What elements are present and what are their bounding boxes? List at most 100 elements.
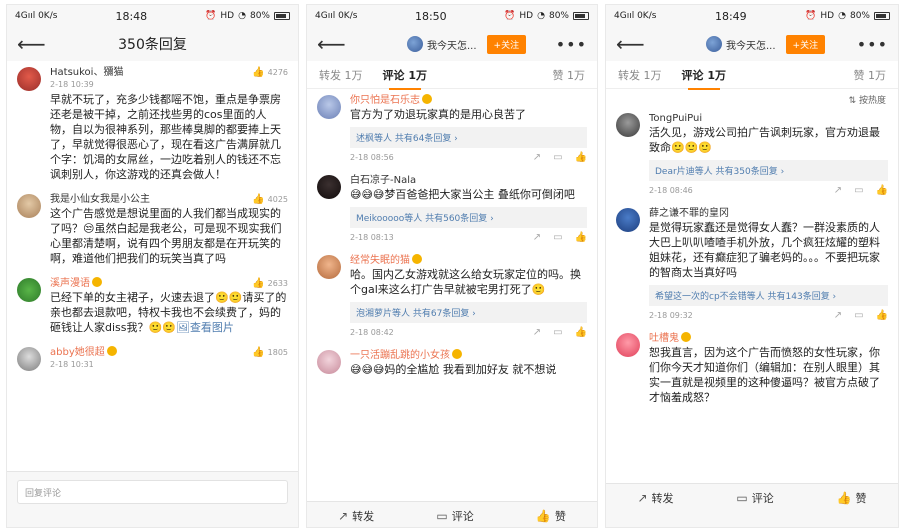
comment-item[interactable]: 薛之谦不罪的皇冈 是觉得玩家蠢还是觉得女人蠢？一群没素质的人大巴上叭叭喳喳手机外… bbox=[606, 202, 898, 327]
comment-list: ⇅ 按热度 TongPuiPui 活久见，游戏公司拍广告讽刺玩家，官方劝退最致命… bbox=[606, 89, 898, 483]
comment-icon: ▭ bbox=[736, 490, 748, 505]
comment-item[interactable]: 白石凉子-Nala 😅😅😅梦百爸爸把大家当公主 叠纸你可倒闭吧 Meikoooo… bbox=[307, 169, 597, 249]
tab-repost[interactable]: 转发 1万 bbox=[319, 67, 363, 83]
tab-comment[interactable]: 评论 1万 bbox=[383, 67, 427, 90]
comment-item[interactable]: abby她很超 2-18 10:31 👍 1805 bbox=[7, 341, 298, 378]
comment-item[interactable]: 我是小仙女我是小公主 这个广告感觉是想说里面的人我们都当成现实的了吗？😒虽然白起… bbox=[7, 188, 298, 272]
avatar[interactable] bbox=[616, 333, 640, 357]
like-button[interactable]: 👍 4025 bbox=[252, 194, 288, 205]
more-icon[interactable]: ••• bbox=[857, 35, 888, 54]
nav-bar: ⟵ 我今天怎... +关注 ••• bbox=[606, 27, 898, 61]
avatar[interactable] bbox=[317, 350, 341, 374]
thumb-up-icon[interactable]: 👍 bbox=[575, 327, 587, 338]
comment-date: 2-18 08:56 bbox=[350, 153, 394, 162]
comment-item[interactable]: 一只活蹦乱跳的小女孩 😅😅😅妈的全尴尬 我看到加好友 就不想说 bbox=[307, 344, 597, 383]
comment-button[interactable]: ▭ 评论 bbox=[436, 508, 473, 524]
repost-button[interactable]: ↗ 转发 bbox=[637, 490, 673, 506]
thumb-up-icon: 👍 bbox=[252, 67, 265, 78]
replies-link[interactable]: 述枫等人 共有64条回复 › bbox=[350, 127, 587, 148]
thumb-up-icon[interactable]: 👍 bbox=[575, 232, 587, 243]
repost-icon: ↗ bbox=[338, 508, 349, 523]
replies-link[interactable]: Dear片迪等人 共有350条回复 › bbox=[649, 160, 888, 181]
thumb-up-icon[interactable]: 👍 bbox=[876, 185, 888, 196]
status-bar: 4Gııl 0K/s 18:50 ⏰ HD ◔ 80% bbox=[307, 5, 597, 27]
post-author[interactable]: 我今天怎... bbox=[407, 36, 477, 52]
comment-icon[interactable]: ▭ bbox=[854, 310, 863, 321]
avatar[interactable] bbox=[616, 113, 640, 137]
post-author[interactable]: 我今天怎... bbox=[706, 36, 776, 52]
like-button[interactable]: 👍 4276 bbox=[252, 67, 288, 78]
follow-button[interactable]: +关注 bbox=[486, 34, 527, 54]
avatar[interactable] bbox=[317, 255, 341, 279]
comment-author[interactable]: 经常失眠的猫 bbox=[350, 254, 587, 267]
like-button[interactable]: 👍 2633 bbox=[252, 278, 288, 289]
avatar[interactable] bbox=[17, 67, 41, 91]
comment-date: 2-18 08:46 bbox=[649, 186, 693, 195]
avatar[interactable] bbox=[17, 194, 41, 218]
bottom-action-bar: ↗ 转发 ▭ 评论 👍 赞 bbox=[606, 483, 898, 511]
like-count: 2633 bbox=[267, 279, 288, 288]
vip-badge-icon bbox=[681, 332, 691, 342]
share-icon[interactable]: ↗ bbox=[834, 310, 842, 321]
comment-item[interactable]: 吐槽鬼 恕我直言，因为这个广告而愤怒的女性玩家，你们你今天才知道你们（编辑加：在… bbox=[606, 327, 898, 411]
comment-icon[interactable]: ▭ bbox=[553, 232, 562, 243]
comment-text: 是觉得玩家蠢还是觉得女人蠢？一群没素质的人大巴上叭叭喳喳手机外放，几个疯狂炫耀的… bbox=[649, 221, 880, 279]
like-button[interactable]: 👍 1805 bbox=[252, 347, 288, 358]
avatar[interactable] bbox=[17, 278, 41, 302]
repost-button[interactable]: ↗ 转发 bbox=[338, 508, 374, 524]
screenshot-collage: 4Gııl 0K/s 18:48 ⏰ HD ◔ 80% ⟵ 350条回复 Hat… bbox=[0, 0, 904, 532]
back-arrow-icon[interactable]: ⟵ bbox=[616, 34, 645, 54]
comment-item[interactable]: 你只怕是石乐志 官方为了劝退玩家真的是用心良苦了 述枫等人 共有64条回复 › … bbox=[307, 89, 597, 169]
like-button[interactable]: 👍 赞 bbox=[536, 508, 566, 524]
comment-author[interactable]: 一只活蹦乱跳的小女孩 bbox=[350, 349, 587, 362]
comment-icon[interactable]: ▭ bbox=[553, 152, 562, 163]
like-button[interactable]: 👍 赞 bbox=[837, 490, 867, 506]
comment-item[interactable]: 经常失眠的猫 哈。国内乙女游戏就这么给女玩家定位的吗。换个gal来这么打广告早就… bbox=[307, 249, 597, 344]
comment-author[interactable]: 白石凉子-Nala bbox=[350, 174, 587, 187]
share-icon[interactable]: ↗ bbox=[533, 232, 541, 243]
vip-badge-icon bbox=[452, 349, 462, 359]
share-icon[interactable]: ↗ bbox=[834, 185, 842, 196]
comment-icon[interactable]: ▭ bbox=[854, 185, 863, 196]
battery-icon bbox=[873, 12, 890, 20]
comment-text: 已经下单的女主裙子，火速去退了🙂🙂请买了的亲也都去退款吧，特权卡我也不会续费了，… bbox=[50, 291, 287, 334]
tab-like[interactable]: 赞 1万 bbox=[854, 67, 887, 83]
more-icon[interactable]: ••• bbox=[556, 35, 587, 54]
comment-button[interactable]: ▭ 评论 bbox=[736, 490, 773, 506]
comment-item[interactable]: Hatsukoi、獼猫 2-18 10:39 早就不玩了，充多少钱都嗂不饱，重点… bbox=[7, 61, 298, 188]
avatar[interactable] bbox=[17, 347, 41, 371]
tab-like[interactable]: 赞 1万 bbox=[553, 67, 586, 83]
comment-author[interactable]: TongPuiPui bbox=[649, 112, 888, 125]
comment-author[interactable]: 你只怕是石乐志 bbox=[350, 94, 587, 107]
thumb-up-icon[interactable]: 👍 bbox=[575, 152, 587, 163]
avatar[interactable] bbox=[317, 95, 341, 119]
reply-input[interactable]: 回复评论 bbox=[17, 479, 288, 504]
thumb-up-icon[interactable]: 👍 bbox=[876, 310, 888, 321]
comment-item[interactable]: 溪声漫语 已经下单的女主裙子，火速去退了🙂🙂请买了的亲也都去退款吧，特权卡我也不… bbox=[7, 272, 298, 341]
signal-info: 4Gııl 0K/s bbox=[614, 11, 657, 21]
replies-link[interactable]: 希望这一次的cp不会错等人 共有143条回复 › bbox=[649, 285, 888, 306]
comment-text: 活久见，游戏公司拍广告讽刺玩家，官方劝退最致命🙂🙂🙂 bbox=[649, 126, 880, 154]
replies-link[interactable]: Meikooooo等人 共有560条回复 › bbox=[350, 207, 587, 228]
share-icon[interactable]: ↗ bbox=[533, 152, 541, 163]
avatar[interactable] bbox=[616, 208, 640, 232]
vip-badge-icon bbox=[412, 254, 422, 264]
tab-repost[interactable]: 转发 1万 bbox=[618, 67, 662, 83]
avatar[interactable] bbox=[317, 175, 341, 199]
tab-comment[interactable]: 评论 1万 bbox=[682, 67, 726, 90]
back-arrow-icon[interactable]: ⟵ bbox=[317, 34, 346, 54]
view-image-link[interactable]: 🖼查看图片 bbox=[176, 321, 234, 334]
phone-screen-comments: 4Gııl 0K/s 18:50 ⏰ HD ◔ 80% ⟵ 我今天怎... +关… bbox=[306, 4, 598, 528]
comment-text: 哈。国内乙女游戏就这么给女玩家定位的吗。换个gal来这么打广告早就被宅男打死了🙂 bbox=[350, 268, 581, 296]
comment-date: 2-18 08:42 bbox=[350, 328, 394, 337]
comment-icon[interactable]: ▭ bbox=[553, 327, 562, 338]
back-arrow-icon[interactable]: ⟵ bbox=[17, 34, 46, 54]
sort-by-hot-toggle[interactable]: ⇅ 按热度 bbox=[606, 89, 898, 107]
comment-author[interactable]: 薛之谦不罪的皇冈 bbox=[649, 207, 888, 220]
replies-link[interactable]: 泡湘萝片等人 共有67条回复 › bbox=[350, 302, 587, 323]
comment-text: 官方为了劝退玩家真的是用心良苦了 bbox=[350, 108, 526, 121]
comment-item[interactable]: TongPuiPui 活久见，游戏公司拍广告讽刺玩家，官方劝退最致命🙂🙂🙂 De… bbox=[606, 107, 898, 202]
share-icon[interactable]: ↗ bbox=[533, 327, 541, 338]
follow-button[interactable]: +关注 bbox=[785, 34, 826, 54]
comment-author[interactable]: 吐槽鬼 bbox=[649, 332, 888, 345]
